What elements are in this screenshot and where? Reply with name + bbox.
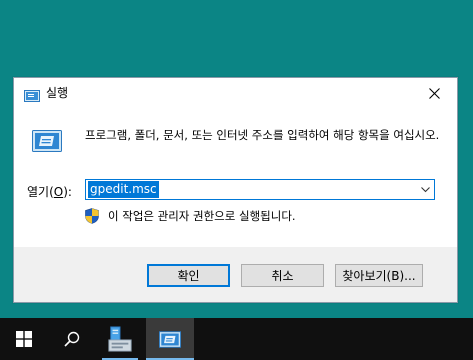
search-button[interactable] [48,318,96,360]
taskbar [0,318,473,360]
chevron-down-icon [420,186,430,192]
start-button[interactable] [0,318,48,360]
uac-message: 이 작업은 관리자 권한으로 실행됩니다. [108,209,296,223]
title-bar[interactable]: 실행 [14,78,457,108]
run-large-icon [32,130,62,152]
run-icon [159,330,181,348]
taskbar-run[interactable] [146,318,194,360]
file-explorer-icon [108,326,132,352]
open-label-prefix: 열기( [27,185,54,199]
taskbar-file-explorer[interactable] [96,318,144,360]
open-label-suffix: ): [63,185,72,199]
uac-notice: 이 작업은 관리자 권한으로 실행됩니다. [85,208,296,224]
browse-button[interactable]: 찾아보기(B)... [335,264,423,287]
run-dialog: 실행 프로그램, 폴더, 문서, 또는 인터넷 주소를 입력하여 해당 항목을 … [13,77,458,303]
open-label: 열기(O): [27,183,72,200]
ok-button[interactable]: 확인 [147,264,230,287]
cancel-button[interactable]: 취소 [241,264,324,287]
dialog-description: 프로그램, 폴더, 문서, 또는 인터넷 주소를 입력하여 해당 항목을 여십시… [85,128,440,142]
close-icon [428,87,440,99]
open-label-access-key: O [53,185,64,199]
button-bar: 확인 취소 찾아보기(B)... [14,247,457,302]
search-icon [64,331,80,347]
dialog-title: 실행 [46,86,69,100]
run-app-icon [24,87,40,102]
combo-dropdown-button[interactable] [416,180,434,199]
uac-shield-icon [85,208,99,224]
command-input[interactable]: gpedit.msc [88,181,159,198]
open-combobox[interactable]: gpedit.msc [85,179,435,200]
close-button[interactable] [411,78,457,108]
start-icon [16,331,32,347]
